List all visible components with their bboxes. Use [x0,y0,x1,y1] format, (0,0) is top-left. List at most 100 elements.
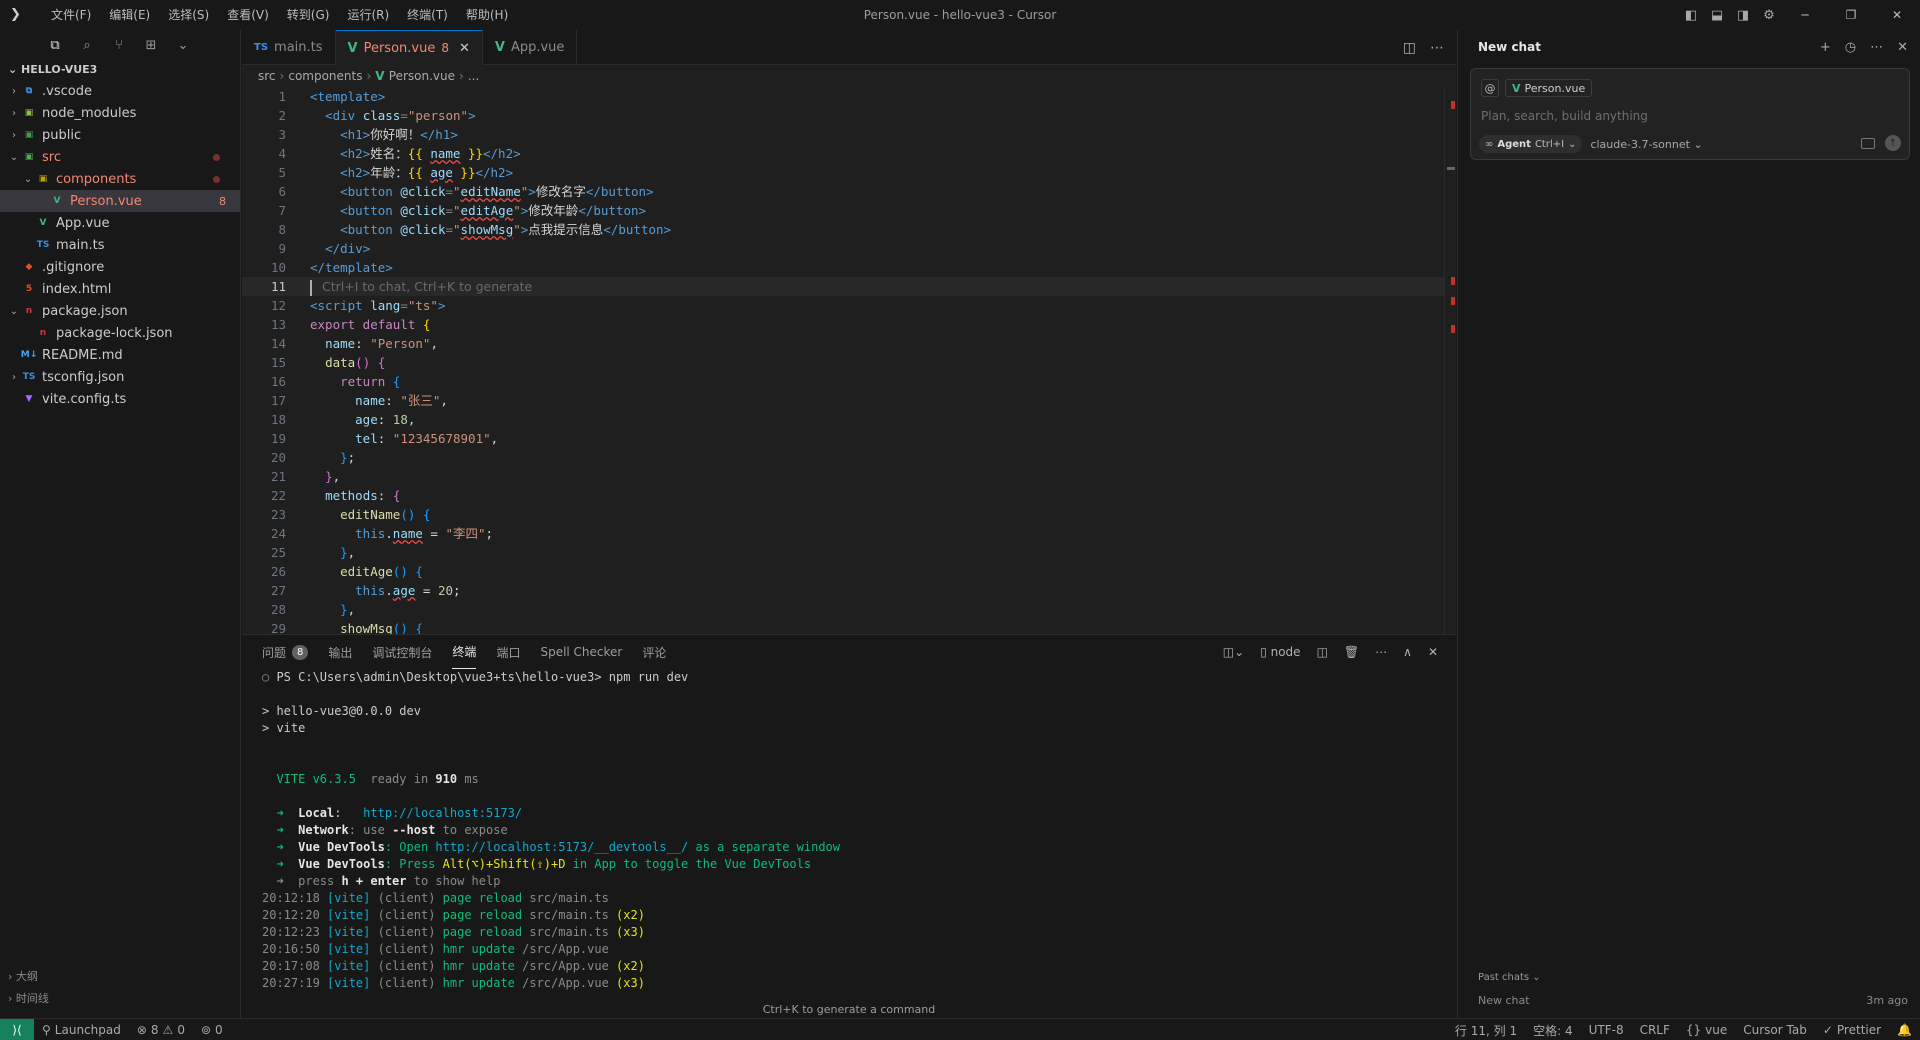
code-line[interactable]: 14 name: "Person", [242,334,1456,353]
chat-input-placeholder[interactable]: Plan, search, build anything [1481,109,1648,123]
attach-image-icon[interactable] [1861,137,1875,149]
menu-item[interactable]: 编辑(E) [100,0,159,30]
close-tab-icon[interactable]: ✕ [459,41,470,56]
tree-item[interactable]: ◆ .gitignore [0,256,240,278]
toggle-sidebar-icon[interactable]: ◧ [1678,0,1704,30]
tree-item[interactable]: n package-lock.json [0,322,240,344]
panel-tab[interactable]: 端口 [496,635,520,669]
new-terminal-split-icon[interactable]: ◫⌄ [1223,645,1244,659]
terminal-instance[interactable]: ▯ node [1260,645,1300,659]
tree-item[interactable]: ⌄ ▣ src [0,146,240,168]
panel-tab[interactable]: 终端 [452,635,477,669]
explorer-files-icon[interactable]: ⧉ [44,34,66,56]
maximize-panel-icon[interactable]: ∧ [1403,645,1412,659]
tree-item[interactable]: M↓ README.md [0,344,240,366]
code-line[interactable]: 6 <button @click="editName">修改名字</button… [242,182,1456,201]
panel-tab[interactable]: 调试控制台 [372,635,432,669]
code-line[interactable]: 2 <div class="person"> [242,106,1456,125]
menu-item[interactable]: 运行(R) [338,0,398,30]
tree-item[interactable]: V Person.vue 8 [0,190,240,212]
code-line[interactable]: 3 <h1>你好啊！</h1> [242,125,1456,144]
language-mode[interactable]: {} vue [1678,1019,1735,1040]
tab-person-vue[interactable]: V Person.vue 8 ✕ [335,30,483,65]
line-ending[interactable]: CRLF [1632,1019,1678,1040]
code-line[interactable]: 27 this.age = 20; [242,581,1456,600]
code-line[interactable]: 24 this.name = "李四"; [242,524,1456,543]
chat-more-icon[interactable]: ⋯ [1870,40,1883,55]
history-icon[interactable]: ◷ [1845,40,1856,55]
launchpad-status[interactable]: ⚲ Launchpad [34,1019,129,1040]
code-line[interactable]: 4 <h2>姓名：{{ name }}</h2> [242,144,1456,163]
tree-item[interactable]: 5 index.html [0,278,240,300]
code-line[interactable]: 13 export default { [242,315,1456,334]
explorer-project-header[interactable]: ⌄ HELLO-VUE3 [0,60,240,80]
breadcrumb-item[interactable]: ... [468,69,479,83]
tree-item[interactable]: ▼ vite.config.ts [0,388,240,410]
add-context-at-icon[interactable]: @ [1481,79,1499,97]
extensions-icon[interactable]: ⊞ [140,34,162,56]
code-line[interactable]: 5 <h2>年龄：{{ age }}</h2> [242,163,1456,182]
code-line[interactable]: 8 <button @click="showMsg">点我提示信息</butto… [242,220,1456,239]
agent-mode-selector[interactable]: ∞ Agent Ctrl+I ⌄ [1479,135,1583,153]
code-line[interactable]: 11 Ctrl+I to chat, Ctrl+K to generate [242,277,1456,296]
tree-item[interactable]: TS main.ts [0,234,240,256]
past-chats-header[interactable]: Past chats ⌄ [1478,972,1908,990]
terminal-output[interactable]: ○ PS C:\Users\admin\Desktop\vue3+ts\hell… [262,669,1422,999]
code-line[interactable]: 7 <button @click="editAge">修改年龄</button> [242,201,1456,220]
split-editor-icon[interactable]: ◫ [1403,40,1416,56]
code-line[interactable]: 21 }, [242,467,1456,486]
close-panel-icon[interactable]: ✕ [1428,645,1438,659]
send-icon[interactable]: ↑ [1885,135,1901,151]
more-actions-icon[interactable]: ⋯ [1430,40,1444,56]
more-views-chevron-icon[interactable]: ⌄ [172,34,194,56]
tab-main-ts[interactable]: TS main.ts [242,30,336,65]
code-editor[interactable]: 1 <template> 2 <div class="person"> 3 <h1>你… [242,87,1456,634]
menu-item[interactable]: 查看(V) [218,0,278,30]
code-line[interactable]: 15 data() { [242,353,1456,372]
code-line[interactable]: 18 age: 18, [242,410,1456,429]
context-file-chip[interactable]: V Person.vue [1505,79,1593,97]
toggle-secondary-sidebar-icon[interactable]: ◨ [1730,0,1756,30]
notifications-bell-icon[interactable]: 🔔 [1889,1019,1920,1040]
tree-item[interactable]: ⌄ n package.json [0,300,240,322]
search-icon[interactable]: ⌕ [76,34,98,56]
code-line[interactable]: 10 </template> [242,258,1456,277]
code-line[interactable]: 12 <script lang="ts"> [242,296,1456,315]
cursor-tab-status[interactable]: Cursor Tab [1735,1019,1815,1040]
code-line[interactable]: 1 <template> [242,87,1456,106]
breadcrumb-item[interactable]: Person.vue [389,69,455,83]
code-line[interactable]: 26 editAge() { [242,562,1456,581]
code-line[interactable]: 9 </div> [242,239,1456,258]
code-line[interactable]: 29 showMsg() { [242,619,1456,634]
menu-item[interactable]: 文件(F) [42,0,100,30]
breadcrumb-item[interactable]: src [258,69,276,83]
model-selector[interactable]: claude-3.7-sonnet ⌄ [1590,138,1702,151]
panel-tab[interactable]: Spell Checker [540,635,622,669]
code-line[interactable]: 19 tel: "12345678901", [242,429,1456,448]
ports-status[interactable]: ⊚ 0 [193,1019,231,1040]
sidebar-section-0[interactable]: › 大纲 [0,966,240,988]
panel-tab[interactable]: 输出 [328,635,352,669]
encoding[interactable]: UTF-8 [1581,1019,1632,1040]
code-line[interactable]: 17 name: "张三", [242,391,1456,410]
chat-input-box[interactable]: @ V Person.vue Plan, search, build anyth… [1470,68,1910,160]
menu-item[interactable]: 帮助(H) [457,0,517,30]
code-line[interactable]: 28 }, [242,600,1456,619]
panel-more-icon[interactable]: ⋯ [1375,645,1387,659]
problems-status[interactable]: ⊗ 8 ⚠ 0 [129,1019,193,1040]
menu-item[interactable]: 终端(T) [398,0,457,30]
menu-item[interactable]: 选择(S) [159,0,218,30]
menu-item[interactable]: 转到(G) [278,0,339,30]
code-line[interactable]: 25 }, [242,543,1456,562]
scroll-thumb[interactable] [1447,167,1455,170]
editor-scrollbar[interactable] [1444,87,1456,634]
remote-indicator-icon[interactable]: ⟩⟨ [0,1018,34,1040]
code-line[interactable]: 16 return { [242,372,1456,391]
minimize-icon[interactable]: ─ [1782,0,1828,30]
tree-item[interactable]: V App.vue [0,212,240,234]
prettier-status[interactable]: ✓ Prettier [1815,1019,1889,1040]
code-line[interactable]: 23 editName() { [242,505,1456,524]
tab-app-vue[interactable]: V App.vue [483,30,578,65]
tree-item[interactable]: › ▣ node_modules [0,102,240,124]
breadcrumb-item[interactable]: components [288,69,362,83]
